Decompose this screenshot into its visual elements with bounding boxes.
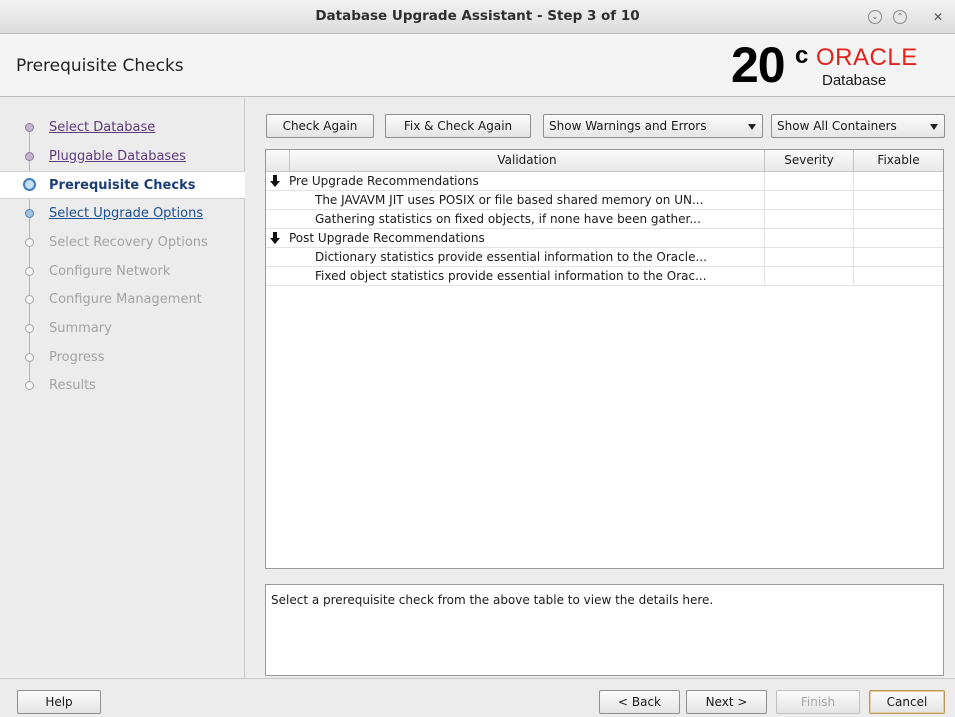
step-pluggable-databases[interactable]: Pluggable Databases xyxy=(0,144,245,170)
step-progress: Progress xyxy=(0,345,245,371)
severity-column-header[interactable]: Severity xyxy=(764,150,853,171)
window-title: Database Upgrade Assistant - Step 3 of 1… xyxy=(315,8,640,24)
step-configure-network: Configure Network xyxy=(0,259,245,285)
step-done-icon xyxy=(25,152,34,161)
step-done-icon xyxy=(25,123,34,132)
expander-column-header xyxy=(266,150,289,171)
step-pending-icon xyxy=(25,324,34,333)
collapse-arrow-icon[interactable] xyxy=(269,232,281,244)
cell-divider xyxy=(764,267,765,286)
fixable-column-header[interactable]: Fixable xyxy=(853,150,943,171)
step-current-icon xyxy=(23,178,36,191)
step-label: Configure Network xyxy=(49,264,171,279)
maximize-icon[interactable]: ⌃ xyxy=(893,10,907,24)
cell-divider xyxy=(853,248,854,267)
validation-cell: Post Upgrade Recommendations xyxy=(289,231,485,245)
title-bar: Database Upgrade Assistant - Step 3 of 1… xyxy=(0,0,955,34)
next-button[interactable]: Next > xyxy=(686,690,767,714)
cancel-button[interactable]: Cancel xyxy=(869,690,945,714)
cell-divider xyxy=(764,248,765,267)
step-label: Summary xyxy=(49,321,112,336)
table-header: Validation Severity Fixable xyxy=(266,150,943,172)
cell-divider xyxy=(853,210,854,229)
details-text: Select a prerequisite check from the abo… xyxy=(271,593,714,607)
step-pending-icon xyxy=(25,295,34,304)
step-label: Results xyxy=(49,378,96,393)
cell-divider xyxy=(764,210,765,229)
step-label: Prerequisite Checks xyxy=(49,178,196,193)
step-label: Select Upgrade Options xyxy=(49,206,204,221)
check-again-button[interactable]: Check Again xyxy=(266,114,374,138)
step-label: Progress xyxy=(49,350,105,365)
cell-divider xyxy=(853,191,854,210)
containers-filter-select[interactable]: Show All Containers xyxy=(771,114,945,138)
chevron-down-icon xyxy=(748,124,756,130)
cell-divider xyxy=(764,191,765,210)
step-configure-management: Configure Management xyxy=(0,287,245,313)
page-title: Prerequisite Checks xyxy=(16,56,184,76)
cell-divider xyxy=(853,229,854,248)
warnings-filter-value: Show Warnings and Errors xyxy=(549,119,707,133)
validation-cell: Gathering statistics on fixed objects, i… xyxy=(315,212,701,226)
check-details-panel[interactable]: Select a prerequisite check from the abo… xyxy=(265,584,944,676)
cell-divider xyxy=(853,172,854,191)
step-label: Select Recovery Options xyxy=(49,235,208,250)
page-header: Prerequisite Checks 20 c ORACLE Database xyxy=(0,34,955,97)
logo-superscript: c xyxy=(795,42,809,69)
fix-and-check-again-button[interactable]: Fix & Check Again xyxy=(385,114,531,138)
validation-table[interactable]: Validation Severity Fixable Pre Upgrade … xyxy=(265,149,944,569)
finish-button[interactable]: Finish xyxy=(776,690,860,714)
table-row[interactable]: Gathering statistics on fixed objects, i… xyxy=(266,210,943,229)
step-pending-icon xyxy=(25,381,34,390)
validation-cell: Dictionary statistics provide essential … xyxy=(315,250,707,264)
step-label: Configure Management xyxy=(49,292,202,307)
validation-cell: Pre Upgrade Recommendations xyxy=(289,174,479,188)
table-row[interactable]: The JAVAVM JIT uses POSIX or file based … xyxy=(266,191,943,210)
logo-brand: ORACLE xyxy=(816,44,918,71)
chevron-down-icon xyxy=(930,124,938,130)
step-results: Results xyxy=(0,373,245,399)
step-label: Pluggable Databases xyxy=(49,149,186,164)
step-label: Select Database xyxy=(49,120,156,135)
step-pending-icon xyxy=(25,238,34,247)
step-summary: Summary xyxy=(0,316,245,342)
logo-version: 20 xyxy=(731,37,786,93)
cell-divider xyxy=(764,172,765,191)
logo-product: Database xyxy=(822,72,887,89)
table-row-group[interactable]: Post Upgrade Recommendations xyxy=(266,229,943,248)
validation-cell: The JAVAVM JIT uses POSIX or file based … xyxy=(315,193,704,207)
table-row-group[interactable]: Pre Upgrade Recommendations xyxy=(266,172,943,191)
step-next-icon xyxy=(25,209,34,218)
table-row[interactable]: Fixed object statistics provide essentia… xyxy=(266,267,943,286)
back-button[interactable]: < Back xyxy=(599,690,680,714)
minimize-icon[interactable]: ⌄ xyxy=(868,10,882,24)
cell-divider xyxy=(764,229,765,248)
validation-column-header[interactable]: Validation xyxy=(289,150,764,171)
table-row[interactable]: Dictionary statistics provide essential … xyxy=(266,248,943,267)
close-icon[interactable]: ✕ xyxy=(931,10,945,24)
containers-filter-value: Show All Containers xyxy=(777,119,897,133)
step-select-recovery-options: Select Recovery Options xyxy=(0,230,245,256)
step-select-database[interactable]: Select Database xyxy=(0,115,245,141)
step-prerequisite-checks[interactable]: Prerequisite Checks xyxy=(0,171,245,199)
help-button[interactable]: Help xyxy=(17,690,101,714)
warnings-filter-select[interactable]: Show Warnings and Errors xyxy=(543,114,763,138)
validation-cell: Fixed object statistics provide essentia… xyxy=(315,269,707,283)
collapse-arrow-icon[interactable] xyxy=(269,175,281,187)
step-pending-icon xyxy=(25,353,34,362)
cell-divider xyxy=(853,267,854,286)
footer-divider xyxy=(0,678,955,679)
step-select-upgrade-options[interactable]: Select Upgrade Options xyxy=(0,201,245,227)
step-pending-icon xyxy=(25,267,34,276)
wizard-steps-sidebar: Select Database Pluggable Databases Prer… xyxy=(0,98,245,678)
